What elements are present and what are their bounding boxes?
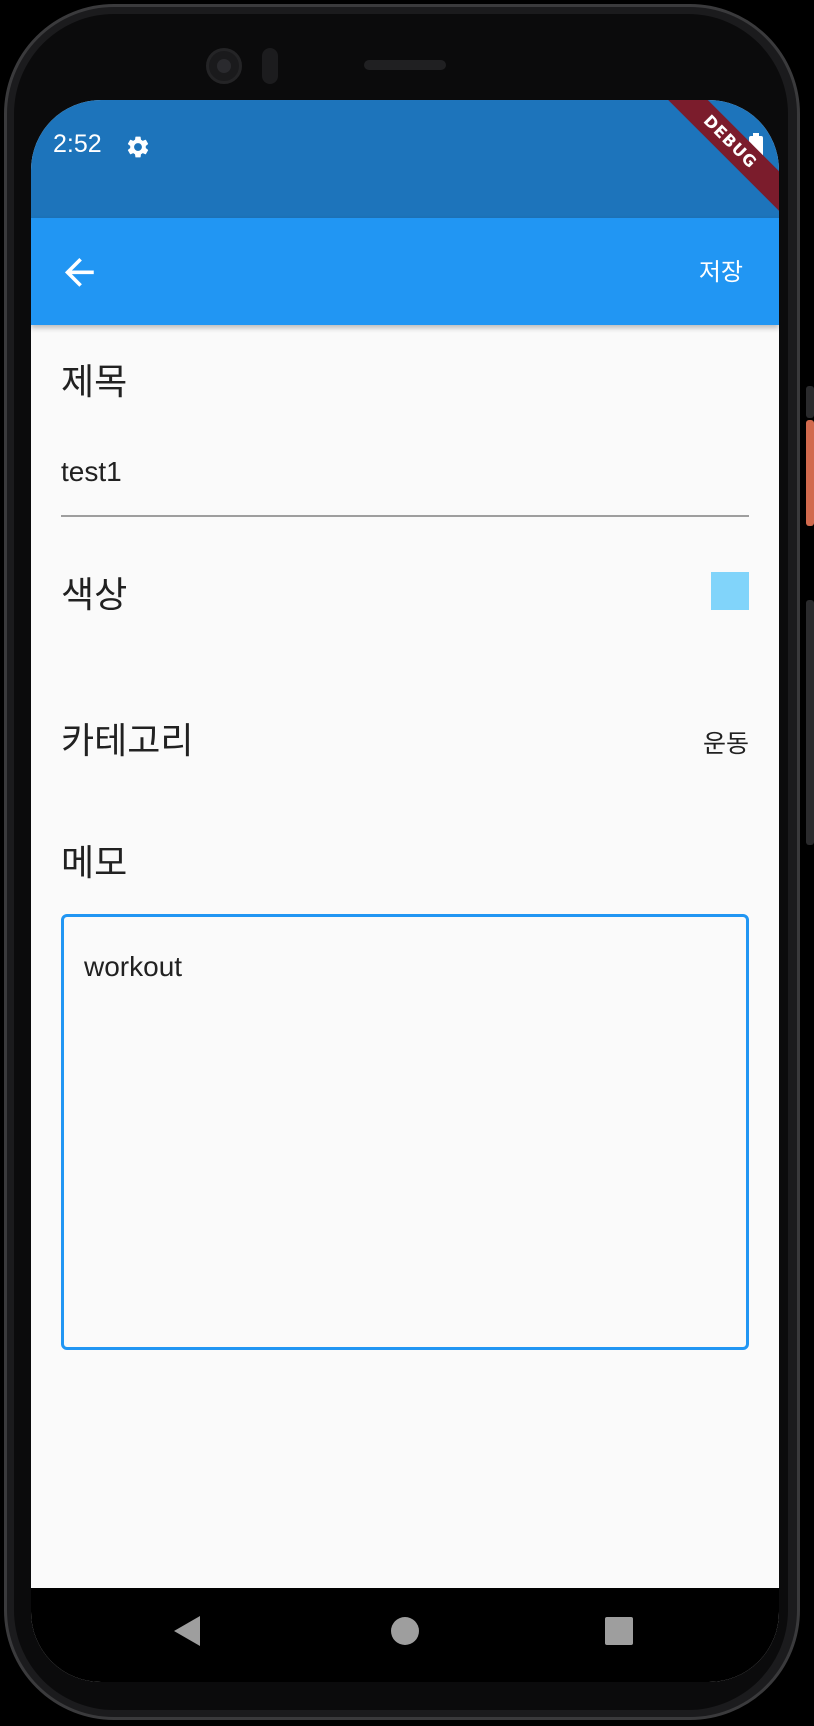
memo-textarea[interactable]: workout [61,914,749,1350]
phone-frame: 2:52 DEBUG 저장 제목 test1 색상 카테고리 운동 메모 wor… [0,0,814,1726]
color-swatch[interactable] [711,572,749,610]
back-button[interactable] [49,242,109,302]
front-camera [206,48,242,84]
gear-icon [127,136,149,158]
square-recents-icon[interactable] [605,1617,633,1645]
memo-text: workout [84,951,183,982]
category-select[interactable]: 운동 [703,724,749,760]
status-time: 2:52 [53,130,102,158]
navigation-bar [31,1588,779,1682]
status-bar: 2:52 DEBUG [31,100,779,220]
side-button-top [806,386,814,418]
title-input-underline [61,515,749,517]
title-label: 제목 [61,362,128,403]
debug-banner: DEBUG [652,100,779,220]
triangle-back-icon[interactable] [174,1616,200,1646]
proximity-sensor [262,48,278,84]
power-button [806,420,814,526]
save-button[interactable]: 저장 [699,252,743,287]
screen: 2:52 DEBUG 저장 제목 test1 색상 카테고리 운동 메모 wor… [31,100,779,1682]
arrow-left-icon [64,257,94,287]
category-label: 카테고리 [61,721,194,762]
app-bar: 저장 [31,218,779,325]
circle-home-icon[interactable] [391,1617,419,1645]
color-label: 색상 [61,575,128,616]
earpiece-speaker [364,60,446,70]
memo-label: 메모 [61,843,128,884]
title-input[interactable]: test1 [61,456,122,488]
volume-button [806,600,814,845]
